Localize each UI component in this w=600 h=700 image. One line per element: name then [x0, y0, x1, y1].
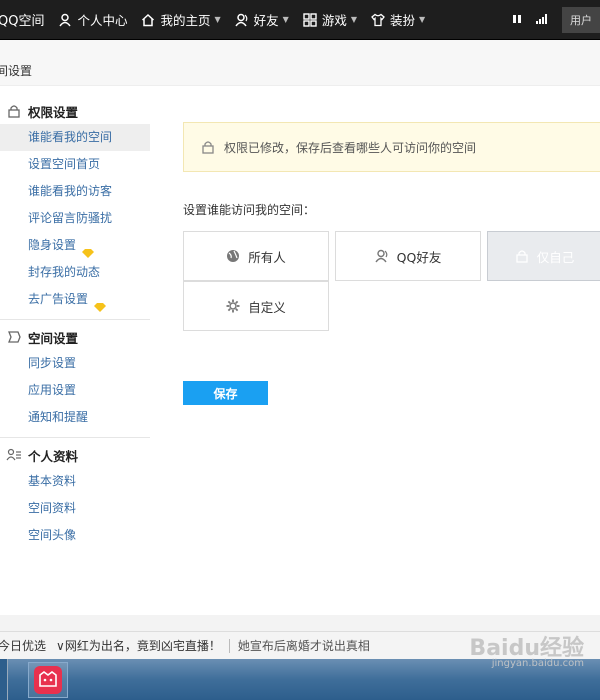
ticker-title: 今日优选	[0, 639, 47, 653]
sidebar-item-label: 同步设置	[28, 356, 77, 370]
home-icon	[141, 13, 155, 27]
settings-page: 间设置 权限设置 谁能看我的空间 设置空间首页 谁能看我的访客 评论留言防骚扰 …	[0, 40, 600, 615]
sidebar-item-label: 通知和提醒	[28, 410, 89, 424]
sidebar-item-basic-info[interactable]: 基本资料	[0, 468, 150, 495]
nav-item-label: 好友	[253, 13, 279, 28]
diamond-icon	[82, 241, 95, 258]
sidebar-item-label: 评论留言防骚扰	[28, 211, 113, 225]
sidebar-item-label: 隐身设置	[28, 238, 77, 252]
option-everyone[interactable]: 所有人	[183, 231, 329, 281]
sidebar-item-label: 去广告设置	[28, 292, 89, 306]
ticker-divider	[228, 638, 230, 653]
nav-item-dress-up[interactable]: 装扮 ▼	[371, 0, 425, 40]
friend-icon	[375, 249, 389, 263]
app-icon	[34, 665, 62, 694]
nav-item-friends[interactable]: 好友 ▼	[235, 0, 289, 40]
nav-item-my-home[interactable]: 我的主页 ▼	[141, 0, 221, 40]
sidebar-item-archive-feeds[interactable]: 封存我的动态	[0, 259, 150, 286]
sidebar-group-permissions: 权限设置	[0, 98, 150, 124]
sidebar-item-invisible-settings[interactable]: 隐身设置	[0, 232, 150, 259]
sidebar-item-set-homepage[interactable]: 设置空间首页	[0, 151, 150, 178]
signal-icon[interactable]	[536, 13, 548, 27]
user-icon	[58, 13, 72, 27]
sidebar-group-title: 个人资料	[28, 448, 79, 464]
globe-icon	[226, 249, 240, 263]
sidebar-group-profile: 个人资料	[0, 442, 150, 468]
sidebar-item-who-can-see-visitors[interactable]: 谁能看我的访客	[0, 178, 150, 205]
visibility-label: 设置谁能访问我的空间：	[183, 203, 316, 217]
option-label: QQ好友	[396, 249, 442, 265]
profile-icon	[6, 447, 22, 463]
friends-icon	[235, 13, 249, 27]
sidebar-group-title: 权限设置	[28, 104, 79, 120]
ticker-headline-2[interactable]: 她宣布后离婚才说出真相	[238, 637, 370, 654]
chevron-down-icon: ∨	[56, 639, 65, 653]
chevron-down-icon: ▼	[350, 15, 357, 24]
nav-item-label: 个人中心	[77, 13, 128, 28]
sidebar-group-space-settings: 空间设置	[0, 324, 150, 350]
settings-sidebar: 权限设置 谁能看我的空间 设置空间首页 谁能看我的访客 评论留言防骚扰 隐身设置…	[0, 86, 150, 549]
baidu-watermark: Baidu经验 jingyan.baidu.com	[469, 630, 584, 669]
sidebar-divider	[0, 437, 150, 438]
chevron-down-icon: ▼	[214, 15, 221, 24]
nav-item-label: 游戏	[321, 13, 347, 28]
sidebar-item-app-settings[interactable]: 应用设置	[0, 377, 150, 404]
lock-icon	[515, 249, 529, 263]
sidebar-item-remove-ads[interactable]: 去广告设置	[0, 286, 150, 313]
page-title: 间设置	[0, 64, 33, 78]
nav-item-label: 装扮	[390, 13, 416, 28]
sidebar-item-label: 空间资料	[28, 501, 77, 515]
sidebar-item-notifications[interactable]: 通知和提醒	[0, 404, 150, 431]
ticker-headline-1[interactable]: ∨网红为出名，竟到凶宅直播！	[56, 637, 221, 654]
permission-notice: 权限已修改，保存后查看哪些人可访问你的空间	[183, 122, 600, 172]
sidebar-item-space-info[interactable]: 空间资料	[0, 495, 150, 522]
notice-text: 权限已修改，保存后查看哪些人可访问你的空间	[224, 140, 477, 155]
pause-icon[interactable]	[512, 14, 522, 27]
option-qq-friends[interactable]: QQ好友	[335, 231, 481, 281]
gear-icon	[226, 299, 240, 313]
sidebar-divider	[0, 319, 150, 320]
option-only-me[interactable]: 仅自己	[487, 231, 600, 281]
sidebar-item-label: 谁能看我的空间	[28, 130, 113, 144]
sidebar-item-sync-settings[interactable]: 同步设置	[0, 350, 150, 377]
option-label: 自定义	[248, 299, 286, 315]
ticker-headline-text: 网红为出名，竟到凶宅直播！	[64, 639, 221, 653]
shirt-icon	[371, 13, 385, 27]
sidebar-item-who-can-see-space[interactable]: 谁能看我的空间	[0, 124, 150, 151]
nav-item-personal-center[interactable]: 个人中心	[58, 0, 127, 40]
lock-icon	[6, 103, 22, 119]
nav-item-games[interactable]: 游戏 ▼	[303, 0, 357, 40]
sidebar-item-label: 基本资料	[28, 474, 77, 488]
brand-link[interactable]: QQ空间	[0, 10, 44, 29]
page-header: 间设置	[0, 40, 600, 86]
space-icon	[6, 329, 22, 345]
sidebar-item-label: 谁能看我的访客	[28, 184, 113, 198]
option-label: 所有人	[248, 249, 286, 265]
sidebar-group-title: 空间设置	[28, 330, 79, 346]
option-label: 仅自己	[536, 249, 575, 265]
grid-icon	[303, 12, 317, 27]
diamond-icon	[94, 295, 107, 312]
sidebar-item-label: 空间头像	[28, 528, 77, 542]
top-nav-bar: QQ空间 个人中心 我的主页 ▼ 好友 ▼ 游戏 ▼ 装扮 ▼ 用户	[0, 0, 600, 40]
chevron-down-icon: ▼	[282, 15, 289, 24]
taskbar-app-button[interactable]	[28, 661, 68, 698]
start-edge[interactable]	[0, 659, 8, 700]
sidebar-item-label: 设置空间首页	[28, 157, 101, 171]
chevron-down-icon: ▼	[419, 15, 426, 24]
nav-item-label: 我的主页	[160, 13, 211, 28]
user-menu-button[interactable]: 用户	[562, 7, 600, 33]
sidebar-item-space-avatar[interactable]: 空间头像	[0, 522, 150, 549]
sidebar-item-label: 封存我的动态	[28, 265, 101, 279]
option-custom[interactable]: 自定义	[183, 281, 329, 331]
lock-icon	[202, 140, 214, 154]
topnav-right-tools: 用户	[512, 0, 600, 40]
sidebar-item-label: 应用设置	[28, 383, 77, 397]
save-button[interactable]: 保存	[183, 381, 268, 405]
sidebar-item-comment-anti-harassment[interactable]: 评论留言防骚扰	[0, 205, 150, 232]
